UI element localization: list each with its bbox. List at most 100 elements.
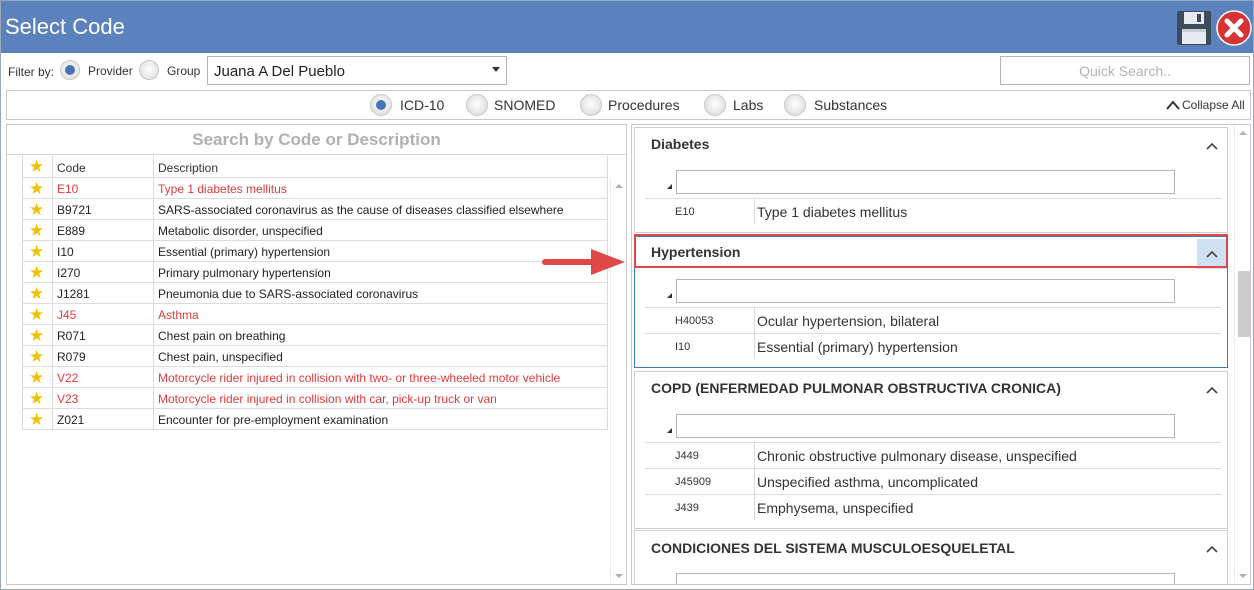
radio-group-label: Group [167,64,201,78]
group-row-description: Ocular hypertension, bilateral [757,313,940,329]
star-cell[interactable]: ★ [23,367,53,387]
code-cell: Z021 [53,409,154,429]
radio-provider-label: Provider [88,64,133,78]
description-cell: Metabolic disorder, unspecified [158,224,323,238]
group-row-code: I10 [675,341,691,353]
list-item[interactable]: E10 Type 1 diabetes mellitus [645,198,1221,224]
star-cell[interactable]: ★ [23,178,53,198]
group-filter-input[interactable] [676,573,1175,584]
column-header-description[interactable]: Description [154,156,607,177]
table-row[interactable]: ★ V23 Motorcycle rider injured in collisio… [22,388,608,409]
save-button[interactable] [1176,10,1212,46]
quick-search-input[interactable] [1000,56,1250,85]
table-row[interactable]: ★ I10 Essential (primary) hypertension [22,241,608,262]
close-button[interactable] [1216,10,1252,46]
code-cell: V22 [53,367,154,387]
group-title: COPD (ENFERMEDAD PULMONAR OBSTRUCTIVA CR… [651,380,1061,396]
star-cell[interactable]: ★ [23,325,53,345]
description-cell: Primary pulmonary hypertension [158,266,331,280]
group-collapse-button[interactable] [1197,534,1227,564]
group-row-code: E10 [675,206,695,218]
radio-substances[interactable] [784,94,806,116]
list-item[interactable]: J449 Chronic obstructive pulmonary diseas… [645,442,1221,468]
callout-arrow-icon [542,249,625,275]
scroll-thumb[interactable] [1238,271,1250,337]
group-row-code: J439 [675,502,699,514]
list-item[interactable]: J439 Emphysema, unspecified [645,494,1221,520]
star-cell[interactable]: ★ [23,199,53,219]
star-cell[interactable]: ★ [23,262,53,282]
radio-procedures-label: Procedures [608,97,680,113]
list-item[interactable]: J45909 Unspecified asthma, uncomplicated [645,468,1221,494]
description-cell: Motorcycle rider injured in collision wi… [158,392,497,406]
description-cell: Asthma [158,308,199,322]
column-header-code[interactable]: Code [53,156,154,177]
radio-snomed[interactable] [466,94,488,116]
right-scrollbar[interactable] [1234,125,1250,584]
chevron-up-icon [1206,386,1218,394]
list-item[interactable]: I10 Essential (primary) hypertension [645,333,1221,359]
code-cell: J1281 [53,283,154,303]
table-row[interactable]: ★ J45 Asthma [22,304,608,325]
star-cell[interactable]: ★ [23,241,53,261]
table-row[interactable]: ★ E889 Metabolic disorder, unspecified [22,220,608,241]
star-cell[interactable]: ★ [23,388,53,408]
table-row[interactable]: ★ E10 Type 1 diabetes mellitus [22,178,608,199]
table-row[interactable]: ★ I270 Primary pulmonary hypertension [22,262,608,283]
collapse-all-label: Collapse All [1182,98,1245,112]
radio-labs[interactable] [704,94,726,116]
table-row[interactable]: ★ B9721 SARS-associated coronavirus as the… [22,199,608,220]
star-cell[interactable]: ★ [23,220,53,240]
description-cell: Type 1 diabetes mellitus [158,182,287,196]
group-filter-input[interactable] [676,414,1175,438]
code-cell: E889 [53,220,154,240]
star-icon: ★ [29,157,45,176]
group-collapse-button[interactable] [1197,375,1227,405]
scroll-down-icon[interactable] [615,574,623,578]
radio-group[interactable] [139,60,159,80]
code-groups-panel: Diabetes E10 Type 1 diabetes mellitus Hyper… [631,124,1251,585]
code-cell: R071 [53,325,154,345]
list-item[interactable]: H40053 Ocular hypertension, bilateral [645,307,1221,333]
table-row[interactable]: ★ J1281 Pneumonia due to SARS-associated c… [22,283,608,304]
hypertension-highlight-box [634,234,1228,268]
radio-procedures[interactable] [580,94,602,116]
star-cell[interactable]: ★ [23,283,53,303]
code-list-panel: ★ Code Description ★ E10 Type 1 diabetes m… [6,124,627,585]
star-icon: ★ [29,200,45,219]
star-cell[interactable]: ★ [23,304,53,324]
radio-snomed-label: SNOMED [494,97,556,113]
star-cell[interactable]: ★ [23,409,53,429]
description-cell: Essential (primary) hypertension [158,245,331,259]
group-title: CONDICIONES DEL SISTEMA MUSCULOESQUELETA… [651,540,1015,556]
code-grid: ★ Code Description ★ E10 Type 1 diabetes m… [22,156,608,430]
collapse-all-button[interactable]: Collapse All [1165,98,1245,112]
left-scrollbar[interactable] [610,178,626,584]
scroll-up-icon[interactable] [615,184,623,188]
group-row-description: Type 1 diabetes mellitus [757,204,908,220]
table-row[interactable]: ★ R079 Chest pain, unspecified [22,346,608,367]
scroll-up-icon[interactable] [1239,131,1247,135]
group-row-code: J449 [675,450,699,462]
table-row[interactable]: ★ R071 Chest pain on breathing [22,325,608,346]
provider-dropdown[interactable]: Juana A Del Pueblo [207,56,507,85]
column-divider [754,334,755,359]
group-filter-input[interactable] [676,279,1175,303]
select-code-window: Select Code Filter by: Provider Group Ju… [0,0,1254,590]
column-divider [754,308,755,333]
group-collapse-button[interactable] [1197,131,1227,161]
scroll-down-icon[interactable] [1239,574,1247,578]
code-group: CONDICIONES DEL SISTEMA MUSCULOESQUELETA… [634,530,1228,584]
code-type-bar: ICD-10 SNOMED Procedures Labs Substances… [6,90,1251,120]
code-search-input[interactable] [7,125,626,155]
group-filter-input[interactable] [676,170,1175,194]
star-icon: ★ [29,242,45,261]
floppy-disk-icon [1177,11,1211,45]
table-row[interactable]: ★ V22 Motorcycle rider injured in collisio… [22,367,608,388]
radio-provider[interactable] [60,60,80,80]
group-title: Diabetes [651,136,710,152]
table-row[interactable]: ★ Z021 Encounter for pre-employment examin… [22,409,608,430]
radio-icd10[interactable] [370,94,392,116]
star-cell[interactable]: ★ [23,346,53,366]
code-group: Diabetes E10 Type 1 diabetes mellitus [634,127,1228,233]
